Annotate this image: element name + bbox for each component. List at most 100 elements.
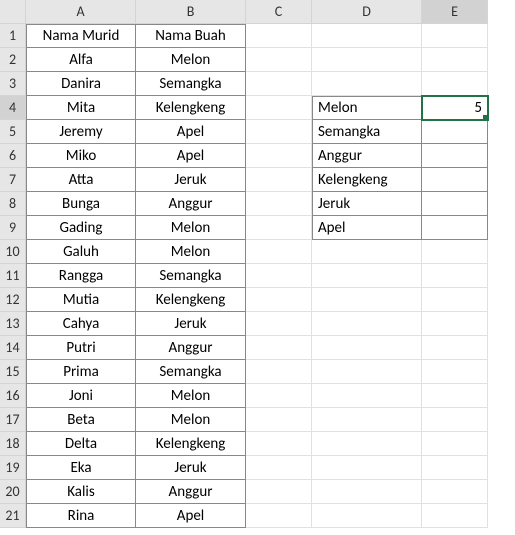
cell-C11[interactable] [246,264,312,288]
cell-A7[interactable]: Atta [26,168,136,192]
row-header-11[interactable]: 11 [0,264,26,288]
cell-E1[interactable] [422,24,488,48]
column-header-A[interactable]: A [26,0,136,24]
cell-A4[interactable]: Mita [26,96,136,120]
select-all-corner[interactable] [0,0,26,24]
cell-E11[interactable] [422,264,488,288]
cell-A13[interactable]: Cahya [26,312,136,336]
cell-D10[interactable] [312,240,422,264]
row-header-14[interactable]: 14 [0,336,26,360]
cell-B14[interactable]: Anggur [136,336,246,360]
cell-E14[interactable] [422,336,488,360]
row-header-15[interactable]: 15 [0,360,26,384]
cell-D16[interactable] [312,384,422,408]
row-header-1[interactable]: 1 [0,24,26,48]
row-header-7[interactable]: 7 [0,168,26,192]
cell-C17[interactable] [246,408,312,432]
cell-D12[interactable] [312,288,422,312]
cell-B6[interactable]: Apel [136,144,246,168]
cell-E19[interactable] [422,456,488,480]
cell-C20[interactable] [246,480,312,504]
column-header-B[interactable]: B [136,0,246,24]
cell-B8[interactable]: Anggur [136,192,246,216]
cell-D2[interactable] [312,48,422,72]
cell-B3[interactable]: Semangka [136,72,246,96]
cell-A18[interactable]: Delta [26,432,136,456]
cell-B7[interactable]: Jeruk [136,168,246,192]
cell-D13[interactable] [312,312,422,336]
row-header-3[interactable]: 3 [0,72,26,96]
cell-C6[interactable] [246,144,312,168]
cell-D11[interactable] [312,264,422,288]
cell-C16[interactable] [246,384,312,408]
cell-C3[interactable] [246,72,312,96]
cell-E15[interactable] [422,360,488,384]
cell-B18[interactable]: Kelengkeng [136,432,246,456]
cell-B16[interactable]: Melon [136,384,246,408]
cell-E12[interactable] [422,288,488,312]
cell-D17[interactable] [312,408,422,432]
cell-A15[interactable]: Prima [26,360,136,384]
row-header-2[interactable]: 2 [0,48,26,72]
cell-D21[interactable] [312,504,422,528]
column-header-E[interactable]: E [422,0,488,24]
cell-E20[interactable] [422,480,488,504]
cell-A1[interactable]: Nama Murid [26,24,136,48]
column-header-C[interactable]: C [246,0,312,24]
cell-D18[interactable] [312,432,422,456]
cell-D5[interactable]: Semangka [312,120,422,144]
cell-C13[interactable] [246,312,312,336]
cell-C18[interactable] [246,432,312,456]
cell-C8[interactable] [246,192,312,216]
cell-C1[interactable] [246,24,312,48]
cell-B10[interactable]: Melon [136,240,246,264]
cell-A11[interactable]: Rangga [26,264,136,288]
spreadsheet-grid[interactable]: ABCDE1Nama MuridNama Buah2AlfaMelon3Dani… [0,0,488,528]
cell-E9[interactable] [422,216,488,240]
row-header-20[interactable]: 20 [0,480,26,504]
cell-E2[interactable] [422,48,488,72]
cell-A8[interactable]: Bunga [26,192,136,216]
cell-E6[interactable] [422,144,488,168]
cell-C7[interactable] [246,168,312,192]
cell-D8[interactable]: Jeruk [312,192,422,216]
cell-E4[interactable]: 5 [422,96,488,120]
cell-C4[interactable] [246,96,312,120]
cell-A21[interactable]: Rina [26,504,136,528]
cell-B21[interactable]: Apel [136,504,246,528]
cell-E18[interactable] [422,432,488,456]
cell-C2[interactable] [246,48,312,72]
row-header-9[interactable]: 9 [0,216,26,240]
row-header-12[interactable]: 12 [0,288,26,312]
cell-A5[interactable]: Jeremy [26,120,136,144]
row-header-8[interactable]: 8 [0,192,26,216]
cell-D4[interactable]: Melon [312,96,422,120]
cell-E21[interactable] [422,504,488,528]
cell-C5[interactable] [246,120,312,144]
cell-A2[interactable]: Alfa [26,48,136,72]
cell-A14[interactable]: Putri [26,336,136,360]
cell-B19[interactable]: Jeruk [136,456,246,480]
cell-D3[interactable] [312,72,422,96]
cell-A19[interactable]: Eka [26,456,136,480]
cell-A20[interactable]: Kalis [26,480,136,504]
row-header-10[interactable]: 10 [0,240,26,264]
row-header-17[interactable]: 17 [0,408,26,432]
row-header-13[interactable]: 13 [0,312,26,336]
cell-D19[interactable] [312,456,422,480]
cell-C21[interactable] [246,504,312,528]
cell-B17[interactable]: Melon [136,408,246,432]
cell-E8[interactable] [422,192,488,216]
row-header-19[interactable]: 19 [0,456,26,480]
cell-A12[interactable]: Mutia [26,288,136,312]
cell-B15[interactable]: Semangka [136,360,246,384]
row-header-4[interactable]: 4 [0,96,26,120]
cell-E17[interactable] [422,408,488,432]
cell-E13[interactable] [422,312,488,336]
cell-D20[interactable] [312,480,422,504]
cell-C9[interactable] [246,216,312,240]
cell-B20[interactable]: Anggur [136,480,246,504]
row-header-5[interactable]: 5 [0,120,26,144]
cell-E7[interactable] [422,168,488,192]
cell-E10[interactable] [422,240,488,264]
